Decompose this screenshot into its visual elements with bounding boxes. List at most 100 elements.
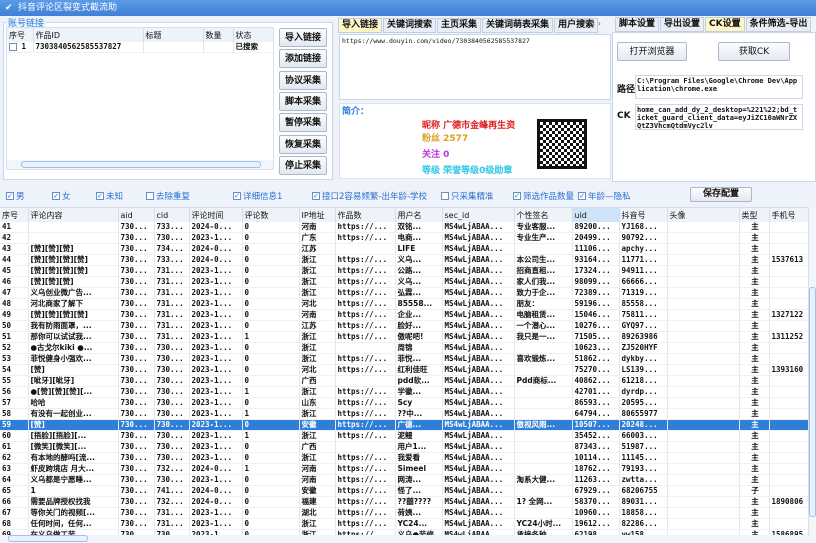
side-button-5[interactable]: 恢复采集 <box>279 134 327 154</box>
table-row[interactable]: 41 730... 733... 2024-0... 0 河南 https://... 双铭.… <box>0 222 808 233</box>
col-header[interactable]: 评论时间 <box>189 208 243 222</box>
scroll-thumb[interactable] <box>809 287 816 517</box>
table-row[interactable]: 56 ●[赞][赞][赞][... 730... 730... 2023-1... 1 浙江… <box>0 386 808 398</box>
right-tab-1[interactable]: 导出设置 <box>660 17 705 32</box>
scroll-thumb[interactable] <box>21 161 261 168</box>
table-row[interactable]: 52 ●古戈尔kiki ●... 730... 730... 2023-1... 0 浙江周… <box>0 342 808 354</box>
table-row[interactable]: 42 730... 730... 2023-1... 0 广东 https://... 电商.… <box>0 232 808 244</box>
row-checkbox[interactable] <box>9 43 17 51</box>
side-button-0[interactable]: 导入链接 <box>279 28 327 47</box>
col-header[interactable]: uid <box>572 208 620 222</box>
col-header[interactable]: 序号 <box>7 28 34 42</box>
results-table[interactable]: 序号 评论内容 aid cid 评论时间 评论数 IP地址 作品数 用户名 sec_id 个性签名 u… <box>0 207 808 535</box>
table-row[interactable]: 54 [赞] 730... 730... 2023-1... 0 河北 https://...… <box>0 364 808 376</box>
table-row[interactable]: 59 [赞] 730... 730... 2023-1... 0 安徽 https://...… <box>0 419 808 431</box>
table-row[interactable]: 51 那你可以试试我... 730... 731... 2023-1... 1 浙江 http… <box>0 331 808 343</box>
col-header[interactable]: 评论数 <box>242 208 300 222</box>
scroll-thumb[interactable] <box>8 535 88 542</box>
account-row[interactable]: 1 7303840562585537827 已搜索 <box>7 42 273 53</box>
option-checkbox-6[interactable]: 只采集精准 <box>441 190 494 202</box>
table-row[interactable]: 57 哈哈 730... 730... 2023-1... 0 山东 https://... S… <box>0 397 808 409</box>
side-button-1[interactable]: 添加链接 <box>279 49 327 69</box>
option-checkbox-7[interactable]: ✓ 筛选作品数量 <box>513 190 574 202</box>
col-header[interactable]: cid <box>154 208 190 222</box>
horizontal-scrollbar[interactable] <box>7 160 273 169</box>
option-checkbox-0[interactable]: ✓ 男 <box>6 190 25 202</box>
checkbox-icon[interactable] <box>441 192 449 200</box>
col-header[interactable]: IP地址 <box>299 208 336 222</box>
col-header[interactable]: 序号 <box>0 208 29 222</box>
ck-input[interactable]: home_can_add_dy_2_desktop=%221%22;bd_tic… <box>635 104 803 130</box>
table-row[interactable]: 53 菲悦健身小强欢... 730... 730... 2023-1... 0 浙江 http… <box>0 353 808 365</box>
col-header[interactable]: 头像 <box>667 208 740 222</box>
table-row[interactable]: 46 [赞][赞][赞] 730... 731... 2023-1... 0 浙江 https… <box>0 276 808 288</box>
table-row[interactable]: 44 [赞][赞][赞][赞] 730... 733... 2024-0... 0 浙江 ht… <box>0 254 808 266</box>
side-button-4[interactable]: 暂停采集 <box>279 113 327 133</box>
open-browser-button[interactable]: 打开浏览器 <box>617 42 687 61</box>
checkbox-icon[interactable]: ✓ <box>6 192 14 200</box>
table-row[interactable]: 50 我有防雨面罩，... 730... 731... 2023-1... 0 江苏 http… <box>0 320 808 332</box>
table-row[interactable]: 68 任何时间，任何... 730... 731... 2023-1... 0 浙江 http… <box>0 518 808 530</box>
get-ck-button[interactable]: 获取CK <box>718 42 790 61</box>
table-row[interactable]: 62 有本地的酵吗[流... 730... 730... 2023-1... 0 浙江 htt… <box>0 452 808 464</box>
table-row[interactable]: 43 [赞][赞][赞] 730... 734... 2024-0... 0 江苏 LIFE M… <box>0 243 808 255</box>
table-row[interactable]: 65 1 730... 741... 2024-0... 0 安徽 https://... 怪了… <box>0 485 808 497</box>
col-header[interactable]: 作品ID <box>33 28 144 42</box>
save-config-button[interactable]: 保存配置 <box>690 187 752 202</box>
option-checkbox-8[interactable]: ✓ 年龄—隐私 <box>578 190 631 202</box>
checkbox-icon[interactable]: ✓ <box>578 192 586 200</box>
table-row[interactable]: 49 [赞][赞][赞][赞] 730... 731... 2023-1... 0 河南 ht… <box>0 309 808 321</box>
horizontal-scrollbar[interactable] <box>0 535 816 543</box>
table-row[interactable]: 60 [捂脸][捂脸][... 730... 730... 2023-1... 1 浙江 ht… <box>0 430 808 442</box>
checkbox-icon[interactable]: ✓ <box>513 192 521 200</box>
checkbox-icon[interactable]: ✓ <box>96 192 104 200</box>
option-checkbox-1[interactable]: ✓ 女 <box>52 190 71 202</box>
col-header[interactable]: aid <box>118 208 155 222</box>
side-button-2[interactable]: 协议采集 <box>279 70 327 90</box>
col-header[interactable]: 手机号 <box>769 208 808 222</box>
table-row[interactable]: 58 有没有一起创业... 730... 730... 2023-1... 1 浙江 http… <box>0 408 808 420</box>
checkbox-icon[interactable]: ✓ <box>233 192 241 200</box>
table-row[interactable]: 63 虾皮跨境店 月大... 730... 732... 2024-0... 1 河南 htt… <box>0 463 808 475</box>
side-button-3[interactable]: 脚本采集 <box>279 91 327 111</box>
col-header[interactable]: 类型 <box>739 208 770 222</box>
col-header[interactable]: 数量 <box>203 28 234 42</box>
tab-scroll-arrows[interactable]: ‹ › <box>592 19 601 28</box>
col-header[interactable]: sec_id <box>442 208 515 222</box>
account-list[interactable]: 序号 作品ID 标题 数量 状态 1 7303840562585537827 已… <box>6 27 274 170</box>
table-row[interactable]: 47 义乌创业微广告... 730... 731... 2023-1... 0 浙江 http… <box>0 287 808 299</box>
right-tab-3[interactable]: 条件筛选-导出 <box>745 17 812 32</box>
option-checkbox-4[interactable]: ✓ 详细信息1 <box>233 190 282 202</box>
link-textarea[interactable]: https://www.douyin.com/video/73038405625… <box>339 34 611 100</box>
table-row[interactable]: 66 需要品牌授权找我 730... 732... 2024-0... 0 福建 https:… <box>0 496 808 508</box>
table-row[interactable]: 61 [微笑][微笑][... 730... 730... 2023-1... 0 广西 用户… <box>0 441 808 453</box>
col-header[interactable]: 标题 <box>143 28 204 42</box>
checkbox-icon[interactable] <box>146 192 154 200</box>
vertical-scrollbar[interactable] <box>808 207 816 535</box>
side-button-6[interactable]: 停止采集 <box>279 155 327 175</box>
tab-0[interactable]: 导入链接 <box>338 18 383 33</box>
col-header[interactable]: 个性签名 <box>514 208 573 222</box>
checkbox-icon[interactable]: ✓ <box>52 192 60 200</box>
cell-12: 80655977 <box>619 408 668 420</box>
col-header[interactable]: 抖音号 <box>619 208 668 222</box>
checkbox-icon[interactable]: ✓ <box>312 192 320 200</box>
table-row[interactable]: 45 [赞][赞][赞][赞] 730... 731... 2023-1... 0 浙江 ht… <box>0 265 808 277</box>
right-tab-2[interactable]: CK设置 <box>705 17 745 32</box>
path-input[interactable]: C:\Program Files\Google\Chrome Dev\Appli… <box>635 75 803 99</box>
table-row[interactable]: 64 义乌都是宁愿睡... 730... 730... 2023-1... 0 河南 http… <box>0 474 808 486</box>
option-checkbox-3[interactable]: 去除重复 <box>146 190 190 202</box>
right-tab-0[interactable]: 脚本设置 <box>615 17 660 32</box>
col-header[interactable]: 作品数 <box>335 208 396 222</box>
tab-1[interactable]: 关键词搜索 <box>383 18 437 33</box>
option-checkbox-5[interactable]: ✓ 接口2容易频繁-出年龄-学校 <box>312 190 427 202</box>
option-checkbox-2[interactable]: ✓ 未知 <box>96 190 123 202</box>
col-header[interactable]: 状态 <box>233 28 273 42</box>
table-row[interactable]: 48 河北商家了解下 730... 731... 2023-1... 0 河北 https:/… <box>0 298 808 310</box>
tab-2[interactable]: 主页采集 <box>437 18 482 33</box>
col-header[interactable]: 评论内容 <box>28 208 119 222</box>
table-row[interactable]: 67 等你关门的视频[... 730... 731... 2023-1... 0 湖北 htt… <box>0 507 808 519</box>
col-header[interactable]: 用户名 <box>395 208 443 222</box>
table-row[interactable]: 55 [呲牙][呲牙] 730... 730... 2023-1... 0 广西 pdd软..… <box>0 375 808 387</box>
tab-3[interactable]: 关键词萌表采集 <box>482 18 554 33</box>
